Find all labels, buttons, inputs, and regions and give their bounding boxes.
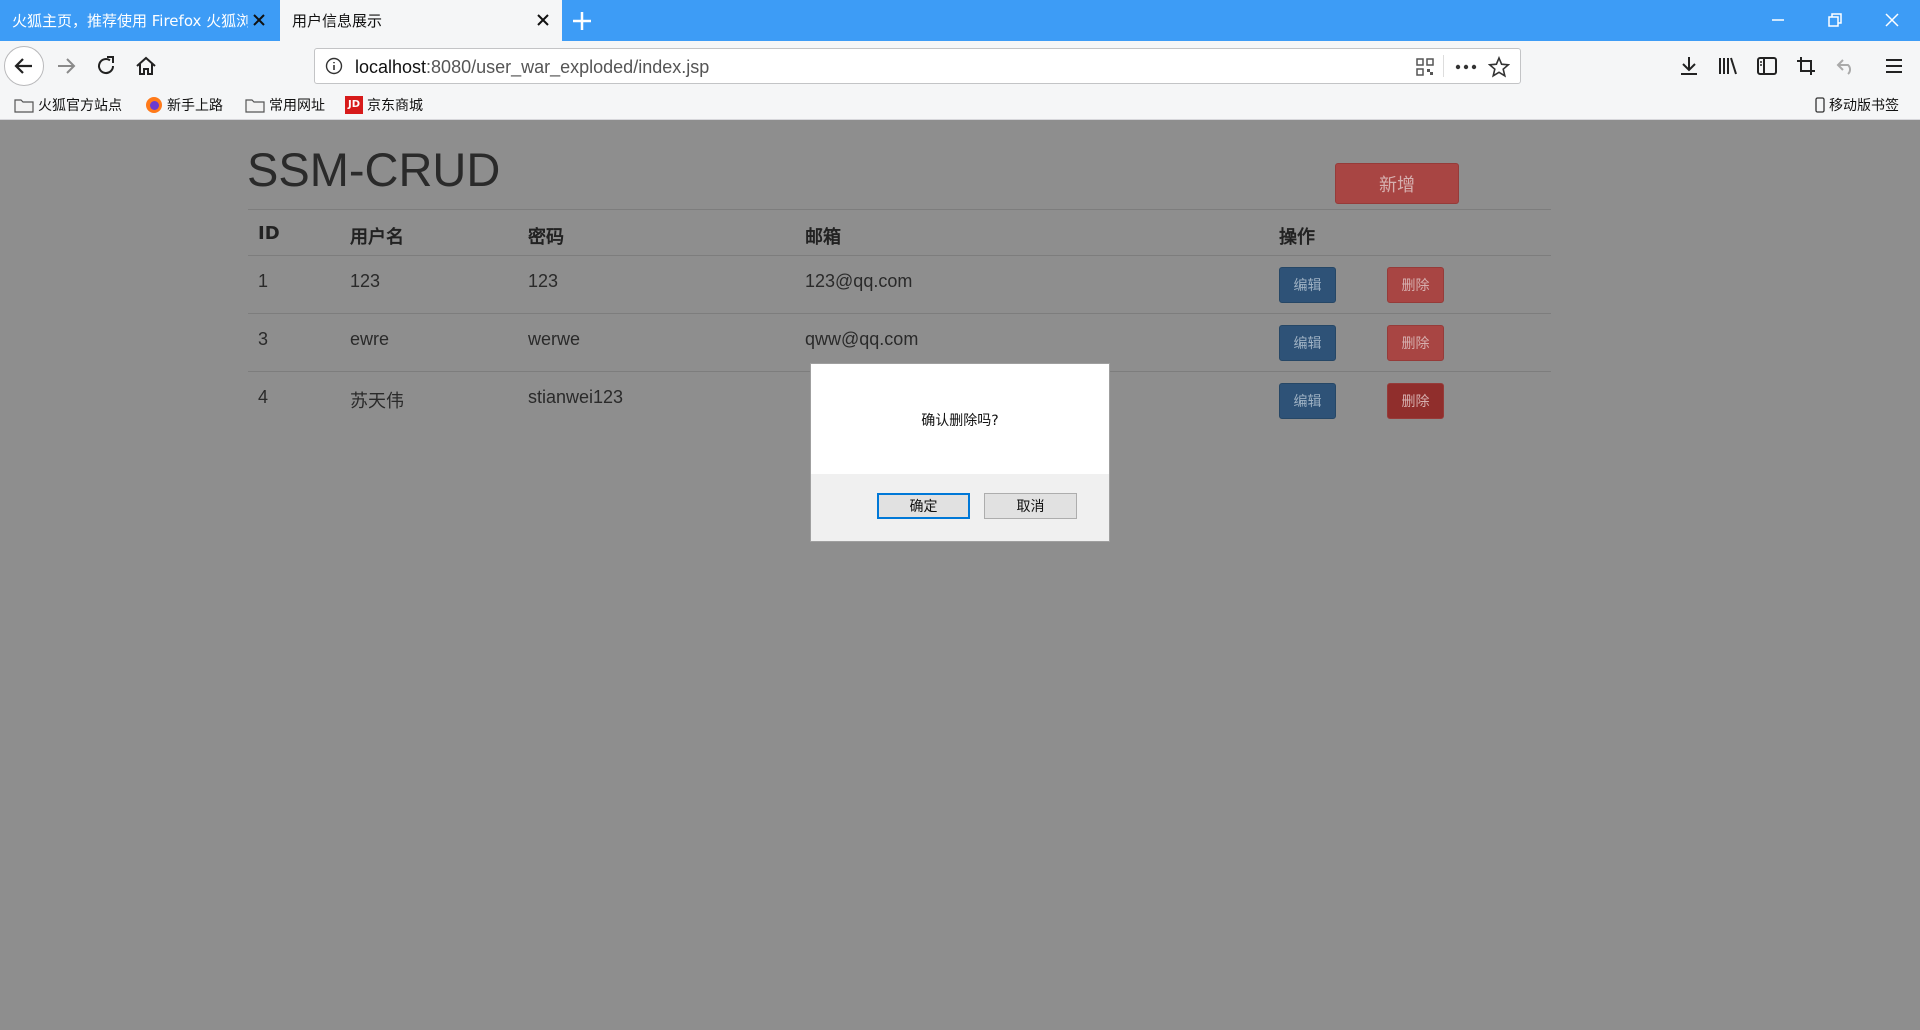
bookmark-label: 常用网址 [269,98,325,114]
back-button[interactable] [4,46,44,86]
restore-icon[interactable] [1825,10,1845,30]
site-info-icon[interactable] [325,57,343,75]
ok-button[interactable]: 确定 [877,493,970,519]
minimize-icon[interactable] [1768,10,1788,30]
url-path: :8080/user_war_exploded/index.jsp [426,57,710,77]
close-window-icon[interactable] [1882,10,1902,30]
cell-id: 1 [258,271,269,291]
bookmark-getting-started[interactable]: 新手上路 [145,95,223,115]
page-title: SSM-CRUD [247,143,501,196]
cell-username: ewre [350,329,390,349]
tab-strip: 火狐主页，推荐使用 Firefox 火狐浏览器 用户信息展示 [0,0,1920,41]
table-row: 1 123 123 123@qq.com 编辑 删除 [248,255,1551,314]
edit-button[interactable]: 编辑 [1279,383,1336,419]
header-password: 密码 [528,227,564,248]
tab-title: 用户信息展示 [292,12,383,30]
mobile-bookmarks-label: 移动版书签 [1829,98,1899,114]
sidebar-icon[interactable] [1755,54,1779,78]
bookmark-label: 京东商城 [367,98,423,114]
cell-password: werwe [528,329,581,349]
page-actions-icon[interactable] [1454,57,1478,77]
jd-logo-icon: JD [345,96,363,114]
reload-icon[interactable] [94,54,118,78]
menu-icon[interactable] [1882,54,1906,78]
cancel-button[interactable]: 取消 [984,493,1077,519]
cell-id: 4 [258,387,269,407]
bookmark-firefox-sites[interactable]: 火狐官方站点 [14,95,122,115]
header-email: 邮箱 [805,227,841,248]
confirm-dialog: 确认删除吗? 确定 取消 [810,363,1110,542]
folder-icon [14,99,34,113]
home-icon[interactable] [134,54,158,78]
navigation-toolbar: localhost:8080/user_war_exploded/index.j… [0,41,1920,92]
header-id: ID [258,223,280,244]
library-icon[interactable] [1716,54,1740,78]
delete-button[interactable]: 删除 [1387,325,1444,361]
table-header-row: ID 用户名 密码 邮箱 操作 [248,209,1551,256]
tab-title: 火狐主页，推荐使用 Firefox 火狐浏览器 [12,12,248,30]
cell-username: 苏天伟 [350,391,404,411]
bookmark-label: 新手上路 [167,98,223,114]
qr-code-icon[interactable] [1415,57,1435,77]
mobile-bookmarks[interactable]: 移动版书签 [1815,95,1899,115]
back-arrow-icon [14,58,32,74]
tab-user-info[interactable]: 用户信息展示 [280,0,562,41]
dialog-message: 确认删除吗? [921,413,999,429]
edit-button[interactable]: 编辑 [1279,325,1336,361]
close-tab-icon[interactable] [250,11,268,29]
bookmark-common-sites[interactable]: 常用网址 [245,95,325,115]
url-bar-divider [1443,55,1444,77]
close-tab-icon[interactable] [534,11,552,29]
forward-arrow-icon[interactable] [54,54,78,78]
header-actions: 操作 [1279,227,1315,248]
dialog-body: 确认删除吗? [811,364,1109,474]
mobile-device-icon [1815,97,1825,113]
cell-email: 123@qq.com [805,271,913,291]
cell-email: qww@qq.com [805,329,919,349]
delete-button[interactable]: 删除 [1387,267,1444,303]
add-button[interactable]: 新增 [1335,163,1459,204]
tab-firefox-home[interactable]: 火狐主页，推荐使用 Firefox 火狐浏览器 [0,0,278,41]
header-username: 用户名 [350,227,404,248]
cell-username: 123 [350,271,381,291]
edit-button[interactable]: 编辑 [1279,267,1336,303]
new-tab-icon[interactable] [570,9,594,33]
page-content: SSM-CRUD 新增 ID 用户名 密码 邮箱 操作 1 123 123 12… [0,120,1920,1030]
bookmark-jd-mall[interactable]: JD 京东商城 [345,95,423,115]
url-host: localhost [355,57,427,77]
undo-close-icon[interactable] [1834,54,1858,78]
url-text: localhost:8080/user_war_exploded/index.j… [355,57,709,78]
cell-id: 3 [258,329,269,349]
firefox-logo-icon [146,97,162,113]
bookmark-star-icon[interactable] [1488,56,1510,78]
bookmarks-toolbar: 火狐官方站点 新手上路 常用网址 JD 京东商城 移动版书签 [0,92,1920,120]
url-bar[interactable]: localhost:8080/user_war_exploded/index.j… [314,48,1521,84]
bookmark-label: 火狐官方站点 [38,98,122,114]
cell-password: 123 [528,271,559,291]
screenshot-icon[interactable] [1794,54,1818,78]
folder-icon [245,99,265,113]
delete-button[interactable]: 删除 [1387,383,1444,419]
downloads-icon[interactable] [1677,54,1701,78]
cell-password: stianwei123 [528,387,624,407]
